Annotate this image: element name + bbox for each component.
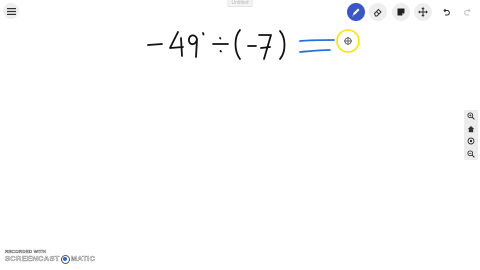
- handwritten-equals-top: [299, 39, 335, 42]
- handwritten-minus: [147, 43, 163, 46]
- sticky-note-tool-button[interactable]: [391, 3, 410, 21]
- handwritten-equals-bottom: [299, 49, 331, 53]
- hamburger-menu-icon: [6, 7, 16, 15]
- undo-icon: [442, 8, 450, 16]
- navigation-panel: [464, 110, 478, 160]
- handwritten-division-dot-bottom: [219, 50, 222, 53]
- zoom-out-button[interactable]: [466, 149, 476, 159]
- pen-icon: [351, 8, 359, 17]
- sticky-note-icon: [397, 8, 404, 16]
- handwritten-digit-7: [258, 34, 272, 60]
- handwriting-layer: [147, 29, 360, 60]
- toolbar: [346, 3, 478, 21]
- handwritten-tick: [202, 32, 205, 36]
- cursor-indicator: [336, 29, 360, 53]
- recording-watermark: RECORDED WITH SCREENCAST MATIC: [5, 249, 95, 264]
- eraser-icon: [373, 8, 382, 17]
- watermark-brand: SCREENCAST MATIC: [5, 254, 95, 264]
- eraser-tool-button[interactable]: [369, 3, 387, 21]
- zoom-in-button[interactable]: [466, 111, 476, 121]
- handwritten-digit-9: [188, 34, 198, 58]
- target-icon: [467, 137, 475, 145]
- watermark-brand-right: MATIC: [70, 254, 96, 263]
- move-icon: [418, 7, 428, 17]
- menu-button[interactable]: [3, 3, 19, 19]
- undo-button[interactable]: [437, 3, 455, 21]
- redo-icon: [464, 8, 471, 16]
- move-tool-button[interactable]: [414, 3, 432, 21]
- pen-tool-button[interactable]: [346, 3, 365, 21]
- recenter-button[interactable]: [466, 136, 476, 146]
- zoom-out-icon: [467, 150, 475, 158]
- handwritten-open-paren: [234, 29, 241, 60]
- whiteboard-canvas[interactable]: [0, 22, 480, 252]
- handwritten-digit-4: [169, 31, 184, 57]
- watermark-brand-left: SCREENCAST: [5, 254, 60, 263]
- document-title: Untitled: [227, 0, 253, 7]
- handwritten-close-paren: [279, 30, 286, 60]
- zoom-in-icon: [467, 112, 475, 121]
- redo-button[interactable]: [459, 3, 477, 21]
- home-icon: [467, 125, 475, 132]
- screencast-logo-icon: [60, 254, 70, 264]
- home-button[interactable]: [466, 124, 476, 134]
